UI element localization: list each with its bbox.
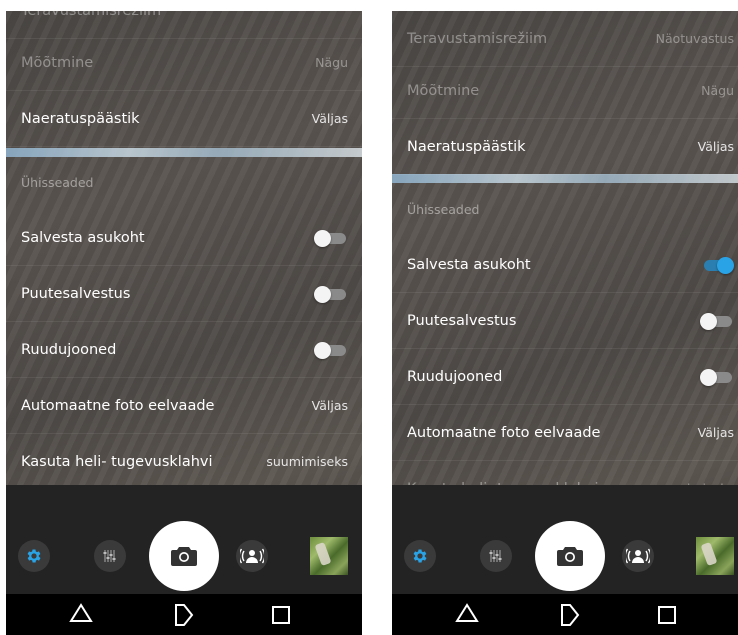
adjust-button[interactable]: [94, 540, 126, 572]
setting-label: Teravustamisrežiim: [407, 30, 548, 47]
settings-row[interactable]: Naeratuspäästik Väljas: [392, 119, 738, 175]
toggle-thumb: [314, 285, 331, 303]
setting-label: Naeratuspäästik: [407, 138, 526, 155]
toggle-thumb: [717, 256, 734, 274]
toggle-switch[interactable]: [700, 256, 734, 274]
settings-button[interactable]: [404, 540, 436, 572]
triangle-back-icon: [455, 603, 479, 622]
setting-label: Puutesalvestus: [407, 312, 517, 329]
settings-row[interactable]: Automaatne foto eelvaade Väljas: [392, 405, 738, 461]
section-header-label: Ühisseaded: [21, 174, 94, 190]
setting-value: Väljas: [311, 111, 348, 126]
gear-icon: [27, 549, 41, 563]
setting-label: Kasuta heli- tugevusklahvi: [21, 453, 213, 470]
setting-label: Puutesalvestus: [21, 285, 131, 302]
home-icon: [175, 604, 194, 626]
setting-value: Väljas: [697, 425, 734, 440]
square-recents-button[interactable]: [654, 602, 680, 628]
section-header: Ühisseaded: [6, 154, 362, 210]
triangle-back-icon: [69, 603, 93, 622]
settings-row[interactable]: Puutesalvestus: [392, 293, 738, 349]
toggle-thumb: [700, 312, 717, 330]
system-nav-bar: [392, 594, 738, 635]
setting-label: Ruudujooned: [407, 368, 503, 385]
setting-label: Mõõtmine: [21, 54, 94, 71]
setting-value: Nägu: [315, 55, 348, 70]
person-broadcast-icon: [626, 548, 650, 564]
setting-value: Väljas: [311, 398, 348, 413]
setting-value: Nägu: [701, 83, 734, 98]
camera-icon: [171, 547, 197, 566]
home-icon: [561, 604, 580, 626]
setting-label: Automaatne foto eelvaade: [21, 397, 215, 414]
person-broadcast-icon: [240, 548, 264, 564]
section-header-label: Ühisseaded: [407, 201, 480, 217]
setting-value: Väljas: [697, 139, 734, 154]
toggle-switch[interactable]: [314, 341, 348, 359]
toggle-thumb: [314, 341, 331, 359]
toggle-switch[interactable]: [700, 312, 734, 330]
phone-screen-left: Teravustamisrežiim Mõõtmine Nägu Naeratuspä…: [6, 11, 362, 635]
setting-label: Naeratuspäästik: [21, 110, 140, 127]
system-nav-bar: [6, 594, 362, 635]
settings-row[interactable]: Salvesta asukoht: [6, 210, 362, 266]
section-header: Ühisseaded: [392, 181, 738, 237]
triangle-back-button[interactable]: [454, 602, 480, 628]
setting-label: Ruudujooned: [21, 341, 117, 358]
gallery-thumbnail[interactable]: [310, 537, 348, 575]
setting-label: Teravustamisrežiim: [21, 11, 161, 19]
setting-label: Salvesta asukoht: [407, 256, 531, 273]
settings-row[interactable]: Ruudujooned: [6, 322, 362, 378]
home-button[interactable]: [171, 602, 197, 628]
setting-label: Automaatne foto eelvaade: [407, 424, 601, 441]
setting-value: Näotuvastus: [655, 31, 734, 46]
setting-value: suumimiseks: [266, 454, 348, 469]
square-recents-icon: [272, 606, 290, 624]
camera-icon: [557, 547, 583, 566]
adjust-button[interactable]: [480, 540, 512, 572]
settings-row[interactable]: Teravustamisrežiim Näotuvastus: [392, 11, 738, 67]
shutter-button[interactable]: [149, 521, 219, 591]
gallery-thumbnail[interactable]: [696, 537, 734, 575]
settings-row[interactable]: Mõõtmine Nägu: [6, 35, 362, 91]
settings-row[interactable]: Ruudujooned: [392, 349, 738, 405]
setting-label: Salvesta asukoht: [21, 229, 145, 246]
setting-label: Mõõtmine: [407, 82, 480, 99]
toggle-thumb: [314, 229, 331, 247]
shutter-button[interactable]: [535, 521, 605, 591]
camera-mode-button[interactable]: [236, 540, 268, 572]
settings-button[interactable]: [18, 540, 50, 572]
camera-control-bar: [392, 485, 738, 594]
toggle-switch[interactable]: [314, 285, 348, 303]
settings-row[interactable]: Salvesta asukoht: [392, 237, 738, 293]
toggle-thumb: [700, 368, 717, 386]
square-recents-button[interactable]: [268, 602, 294, 628]
settings-row[interactable]: Mõõtmine Nägu: [392, 63, 738, 119]
settings-row[interactable]: Automaatne foto eelvaade Väljas: [6, 378, 362, 434]
home-button[interactable]: [557, 602, 583, 628]
toggle-switch[interactable]: [314, 229, 348, 247]
settings-row[interactable]: Kasuta heli- tugevusklahvi suumimiseks: [6, 434, 362, 490]
sliders-icon: [103, 550, 116, 562]
camera-mode-button[interactable]: [622, 540, 654, 572]
triangle-back-button[interactable]: [68, 602, 94, 628]
toggle-switch[interactable]: [700, 368, 734, 386]
gear-icon: [413, 549, 427, 563]
sliders-icon: [489, 550, 502, 562]
settings-row[interactable]: Naeratuspäästik Väljas: [6, 91, 362, 147]
camera-control-bar: [6, 485, 362, 594]
phone-screen-right: Teravustamisrežiim Näotuvastus Mõõtmine Näg…: [392, 11, 738, 635]
square-recents-icon: [658, 606, 676, 624]
settings-row[interactable]: Puutesalvestus: [6, 266, 362, 322]
